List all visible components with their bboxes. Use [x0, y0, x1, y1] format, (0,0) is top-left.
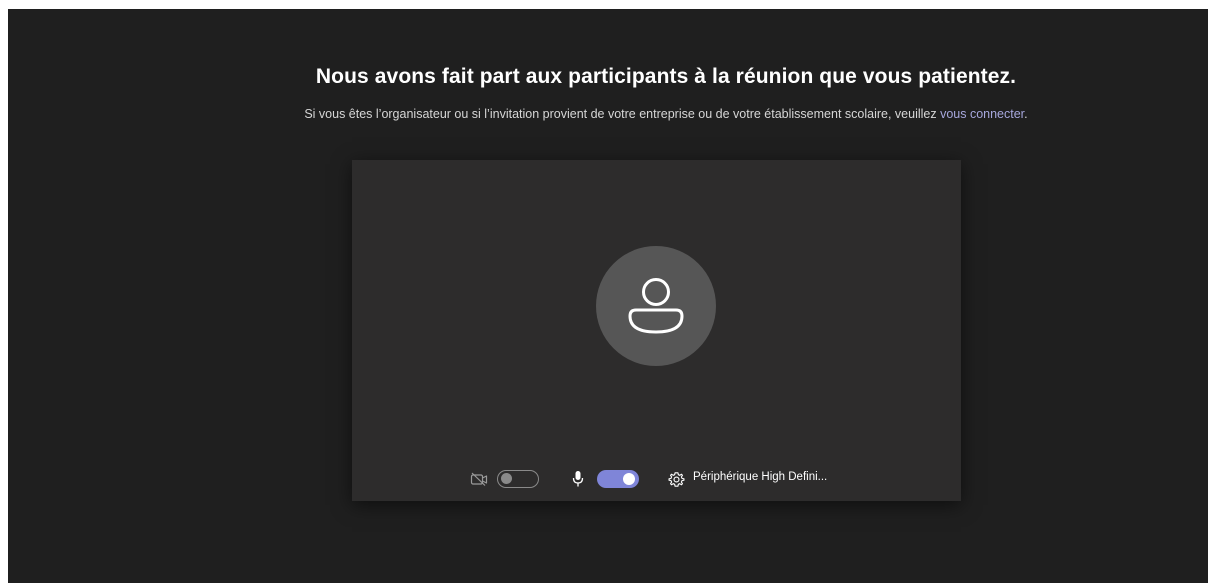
camera-toggle[interactable]	[497, 470, 539, 488]
camera-toggle-knob	[501, 473, 512, 484]
gear-icon[interactable]	[668, 471, 685, 488]
signin-prompt: Si vous êtes l’organisateur ou si l’invi…	[8, 107, 1208, 121]
video-preview: Périphérique High Defini...	[352, 160, 961, 501]
avatar	[596, 246, 716, 366]
microphone-icon[interactable]	[572, 470, 584, 488]
microphone-toggle[interactable]	[597, 470, 639, 488]
microphone-toggle-knob	[623, 473, 635, 485]
signin-prompt-end: .	[1024, 107, 1028, 121]
prejoin-screen: Nous avons fait part aux participants à …	[8, 9, 1208, 583]
signin-link[interactable]: vous connecter	[940, 107, 1024, 121]
person-icon	[628, 278, 684, 334]
signin-prompt-text: Si vous êtes l’organisateur ou si l’invi…	[304, 107, 941, 121]
page-title: Nous avons fait part aux participants à …	[315, 65, 1017, 88]
camera-off-icon[interactable]	[470, 472, 488, 486]
device-controls: Périphérique High Defini...	[352, 461, 961, 497]
device-selector[interactable]: Périphérique High Defini...	[693, 471, 827, 483]
